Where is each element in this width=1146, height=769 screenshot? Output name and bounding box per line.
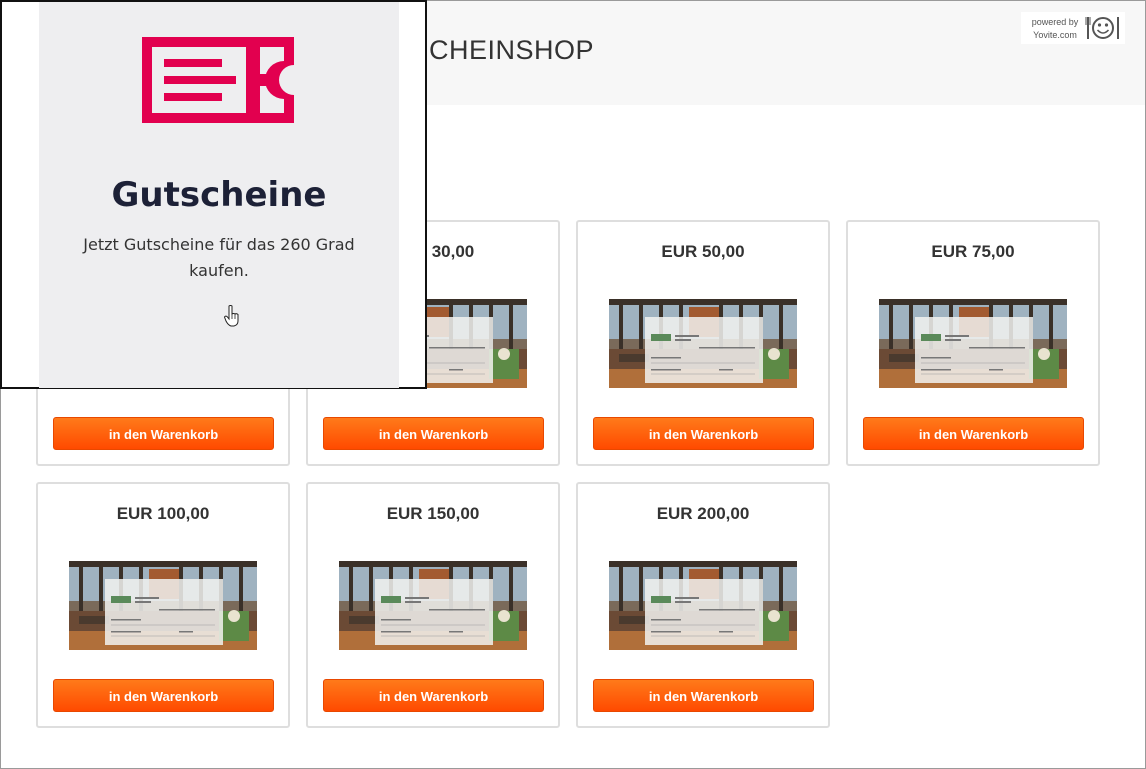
powered-by-label: powered by xyxy=(1031,17,1079,27)
add-to-cart-button[interactable]: in den Warenkorb xyxy=(863,417,1084,450)
voucher-ticket-icon xyxy=(142,37,294,123)
product-price: EUR 50,00 xyxy=(661,242,745,261)
powered-by-text: powered by Yovite.com xyxy=(1029,16,1081,42)
powered-by-site: Yovite.com xyxy=(1033,30,1077,40)
powered-by-badge[interactable]: powered by Yovite.com xyxy=(1021,12,1125,44)
voucher-image xyxy=(879,299,1067,388)
hand-cursor-icon xyxy=(224,305,239,327)
add-to-cart-button[interactable]: in den Warenkorb xyxy=(593,679,814,712)
voucher-image xyxy=(69,561,257,650)
product-price: EUR 150,00 xyxy=(386,504,480,523)
add-to-cart-button[interactable]: in den Warenkorb xyxy=(593,417,814,450)
product-card: EUR 50,00 in den Warenkorb xyxy=(576,220,830,466)
yovite-logo-icon xyxy=(1085,17,1119,39)
popup-subtitle: Jetzt Gutscheine für das 260 Grad kaufen… xyxy=(83,235,355,280)
product-price: EUR 200,00 xyxy=(656,504,750,523)
shop-title: CHEINSHOP xyxy=(429,35,595,65)
product-card: EUR 200,00 in den Warenkorb xyxy=(576,482,830,728)
voucher-image xyxy=(609,299,797,388)
add-to-cart-button[interactable]: in den Warenkorb xyxy=(323,679,544,712)
product-card: EUR 100,00 in den Warenkorb xyxy=(36,482,290,728)
gutscheine-panel[interactable]: Gutscheine Jetzt Gutscheine für das 260 … xyxy=(39,2,399,388)
popup-title: Gutscheine xyxy=(111,175,327,215)
add-to-cart-button[interactable]: in den Warenkorb xyxy=(53,679,274,712)
add-to-cart-button[interactable]: in den Warenkorb xyxy=(323,417,544,450)
product-card: EUR 150,00 in den Warenkorb xyxy=(306,482,560,728)
voucher-image xyxy=(609,561,797,650)
product-card: EUR 75,00 in den Warenkorb xyxy=(846,220,1100,466)
voucher-image xyxy=(339,561,527,650)
gutscheine-popup[interactable]: Gutscheine Jetzt Gutscheine für das 260 … xyxy=(0,0,427,389)
product-price: EUR 100,00 xyxy=(116,504,210,523)
product-price: EUR 75,00 xyxy=(931,242,1015,261)
add-to-cart-button[interactable]: in den Warenkorb xyxy=(53,417,274,450)
